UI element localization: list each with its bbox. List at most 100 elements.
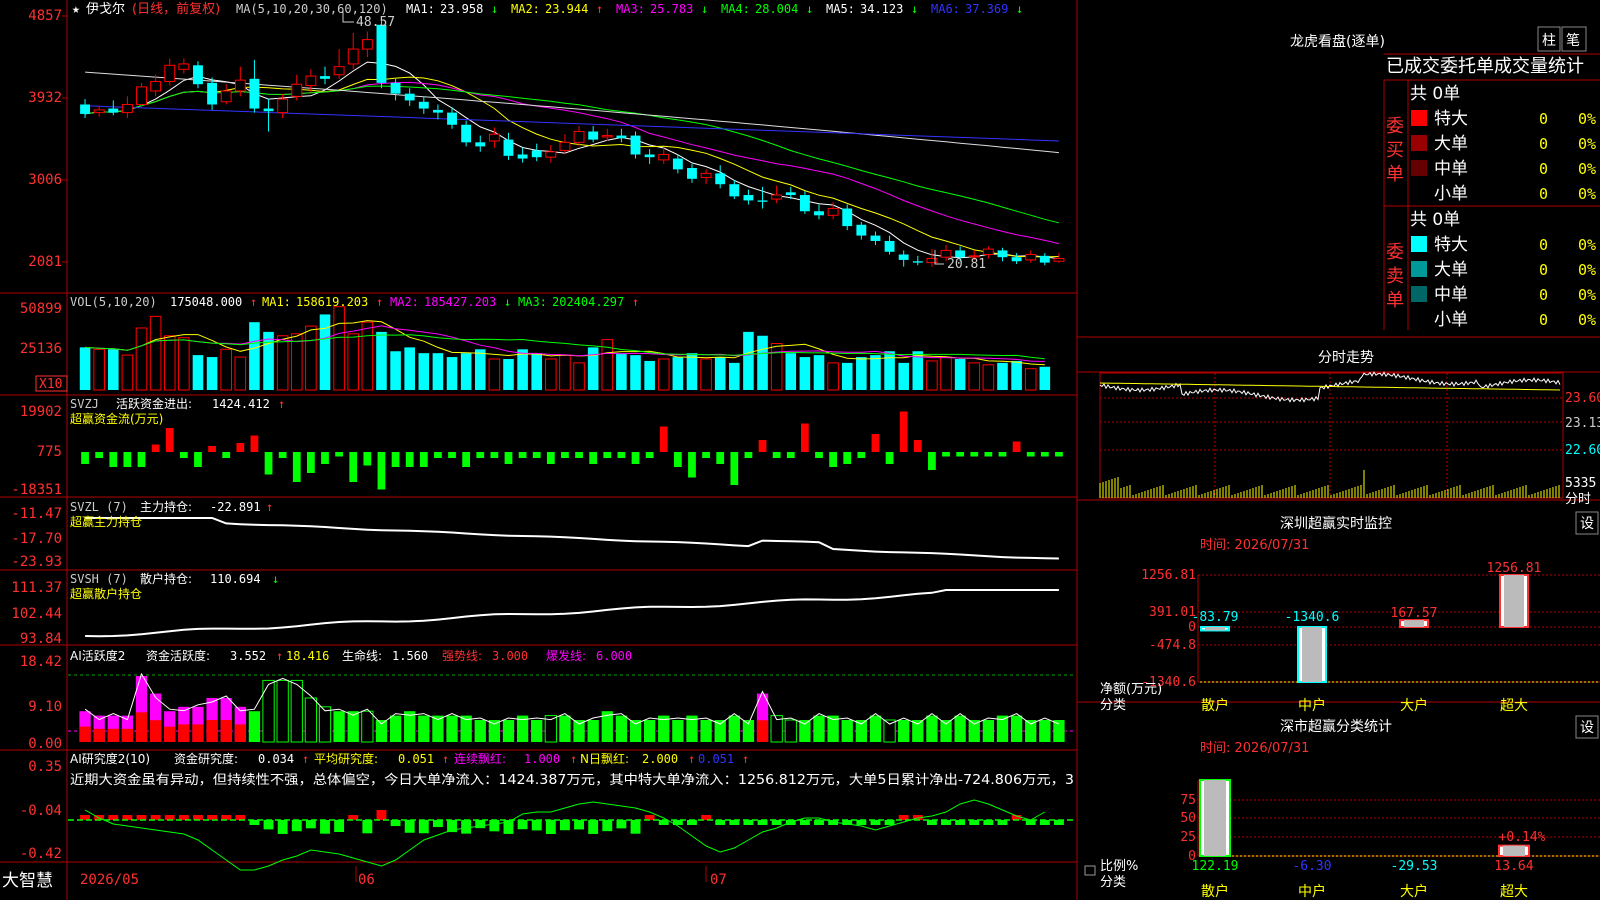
candle[interactable] xyxy=(447,112,457,125)
activity-bar[interactable] xyxy=(883,719,896,743)
candle[interactable] xyxy=(503,139,514,156)
fund-flow-bar[interactable] xyxy=(264,452,273,475)
volume-bar[interactable] xyxy=(657,358,670,391)
research-bar[interactable] xyxy=(630,820,641,834)
activity-bar[interactable] xyxy=(869,715,882,742)
volume-bar[interactable] xyxy=(884,351,895,390)
activity-bar[interactable] xyxy=(784,719,797,743)
volume-bar[interactable] xyxy=(898,362,909,390)
candle[interactable] xyxy=(601,135,613,138)
candle[interactable] xyxy=(630,135,641,155)
fund-flow-bar[interactable] xyxy=(179,452,188,458)
candle[interactable] xyxy=(461,124,472,143)
activity-bar[interactable] xyxy=(629,720,642,742)
fund-flow-bar[interactable] xyxy=(165,428,174,452)
research-bar[interactable] xyxy=(531,820,542,831)
volume-bar[interactable] xyxy=(926,360,938,391)
volume-bar[interactable] xyxy=(729,362,740,390)
candle[interactable] xyxy=(1025,253,1037,261)
volume-bar[interactable] xyxy=(361,321,374,391)
volume-bar[interactable] xyxy=(446,357,458,390)
fund-flow-bar[interactable] xyxy=(123,452,132,467)
activity-bar[interactable] xyxy=(276,679,289,743)
research-bar[interactable] xyxy=(432,820,443,828)
fund-flow-bar[interactable] xyxy=(137,452,146,467)
volume-bar[interactable] xyxy=(263,331,274,390)
volume-bar[interactable] xyxy=(206,357,218,390)
fund-flow-bar[interactable] xyxy=(546,452,555,464)
candle[interactable] xyxy=(743,195,754,201)
activity-bar[interactable] xyxy=(841,720,853,742)
fund-flow-bar[interactable] xyxy=(913,440,922,452)
volume-bar[interactable] xyxy=(192,355,204,390)
fund-flow-bar[interactable] xyxy=(603,452,612,458)
fund-flow-bar[interactable] xyxy=(631,452,640,464)
volume-bar[interactable] xyxy=(827,362,839,391)
activity-bar[interactable] xyxy=(587,720,599,742)
fund-flow-bar[interactable] xyxy=(857,452,866,458)
fund-flow-bar[interactable] xyxy=(194,452,202,467)
activity-bar[interactable] xyxy=(898,720,910,742)
activity-bar[interactable] xyxy=(643,720,656,742)
research-bar[interactable] xyxy=(545,820,556,834)
candle[interactable] xyxy=(545,151,557,158)
research-bar[interactable] xyxy=(588,820,599,834)
candle[interactable] xyxy=(715,173,726,185)
volume-bar[interactable] xyxy=(149,315,162,391)
research-bar[interactable] xyxy=(574,820,584,830)
volume-bar[interactable] xyxy=(743,331,754,390)
fund-flow-bar[interactable] xyxy=(589,452,598,464)
fund-flow-bar[interactable] xyxy=(829,452,837,467)
fund-flow-bar[interactable] xyxy=(970,452,979,457)
activity-bar[interactable] xyxy=(573,720,585,742)
fund-flow-bar[interactable] xyxy=(518,452,527,458)
candle[interactable] xyxy=(757,200,768,202)
candle[interactable] xyxy=(884,240,895,252)
fund-flow-bar[interactable] xyxy=(307,452,315,473)
candle[interactable] xyxy=(136,86,147,105)
candle[interactable] xyxy=(898,254,909,260)
fund-flow-bar[interactable] xyxy=(1040,452,1049,457)
candle[interactable] xyxy=(121,103,133,114)
volume-bar[interactable] xyxy=(1024,368,1037,391)
candle[interactable] xyxy=(361,39,373,50)
candle[interactable] xyxy=(404,93,415,101)
fund-flow-bar[interactable] xyxy=(278,452,287,458)
candle[interactable] xyxy=(531,150,542,158)
volume-bar[interactable] xyxy=(79,347,91,390)
volume-bar[interactable] xyxy=(545,358,557,391)
fund-flow-bar[interactable] xyxy=(377,452,386,490)
research-bar[interactable] xyxy=(602,820,613,832)
volume-bar[interactable] xyxy=(135,327,148,391)
activity-bar[interactable] xyxy=(502,720,515,742)
volume-bar[interactable] xyxy=(404,347,415,390)
candle[interactable] xyxy=(771,194,783,200)
candle[interactable] xyxy=(164,64,176,83)
volume-bar[interactable] xyxy=(347,333,360,391)
volume-bar[interactable] xyxy=(220,348,232,391)
fund-flow-bar[interactable] xyxy=(659,426,668,453)
fund-flow-bar[interactable] xyxy=(956,452,965,457)
volume-bar[interactable] xyxy=(531,353,543,390)
activity-bar[interactable] xyxy=(248,711,261,742)
activity-bar[interactable] xyxy=(389,715,402,742)
activity-bar[interactable] xyxy=(728,715,740,742)
fund-flow-bar[interactable] xyxy=(462,452,471,467)
volume-bar[interactable] xyxy=(686,353,698,390)
activity-bar[interactable] xyxy=(418,715,430,742)
activity-bar[interactable] xyxy=(404,711,416,742)
activity-bar[interactable] xyxy=(700,720,712,742)
fund-flow-bar[interactable] xyxy=(321,452,329,464)
volume-bar[interactable] xyxy=(630,355,641,390)
volume-bar[interactable] xyxy=(559,354,571,391)
fund-flow-bar[interactable] xyxy=(81,452,89,464)
activity-bar[interactable] xyxy=(1010,715,1023,742)
research-bar[interactable] xyxy=(404,820,415,833)
volume-bar[interactable] xyxy=(517,349,528,390)
fund-flow-bar[interactable] xyxy=(1012,441,1021,453)
fund-flow-bar[interactable] xyxy=(688,452,696,478)
volume-bar[interactable] xyxy=(276,335,289,391)
volume-bar[interactable] xyxy=(121,354,134,391)
fund-flow-bar[interactable] xyxy=(673,452,682,467)
research-bar[interactable] xyxy=(362,820,373,834)
